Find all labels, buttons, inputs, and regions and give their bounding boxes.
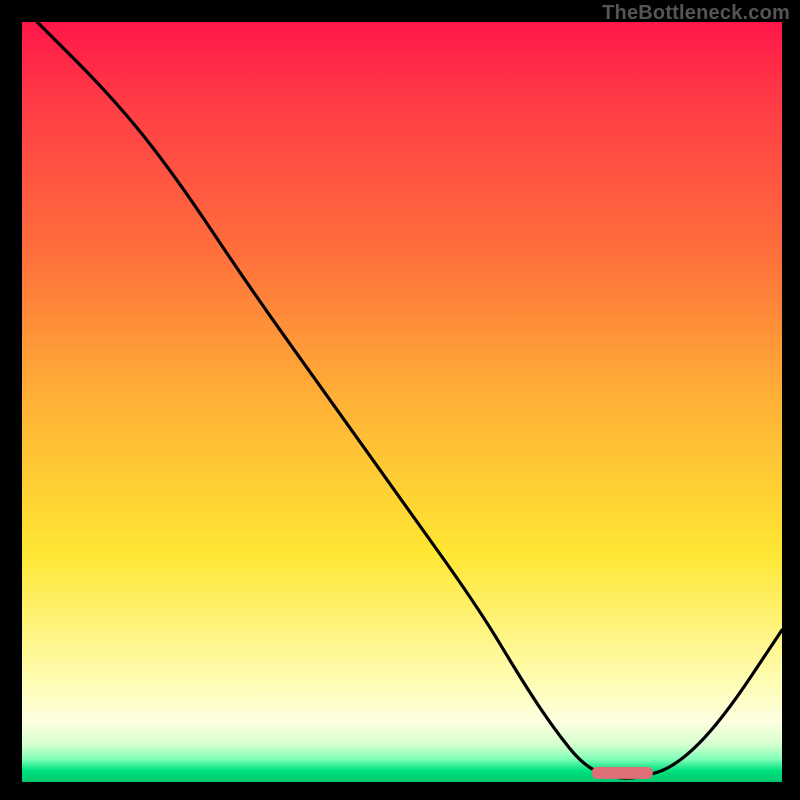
marker-group [592, 767, 653, 779]
optimal-zone-marker [592, 767, 653, 779]
chart-stage: TheBottleneck.com [0, 0, 800, 800]
watermark-text: TheBottleneck.com [602, 2, 790, 25]
chart-overlay [0, 0, 800, 800]
curve-group [37, 22, 782, 778]
bottleneck-curve [37, 22, 782, 778]
